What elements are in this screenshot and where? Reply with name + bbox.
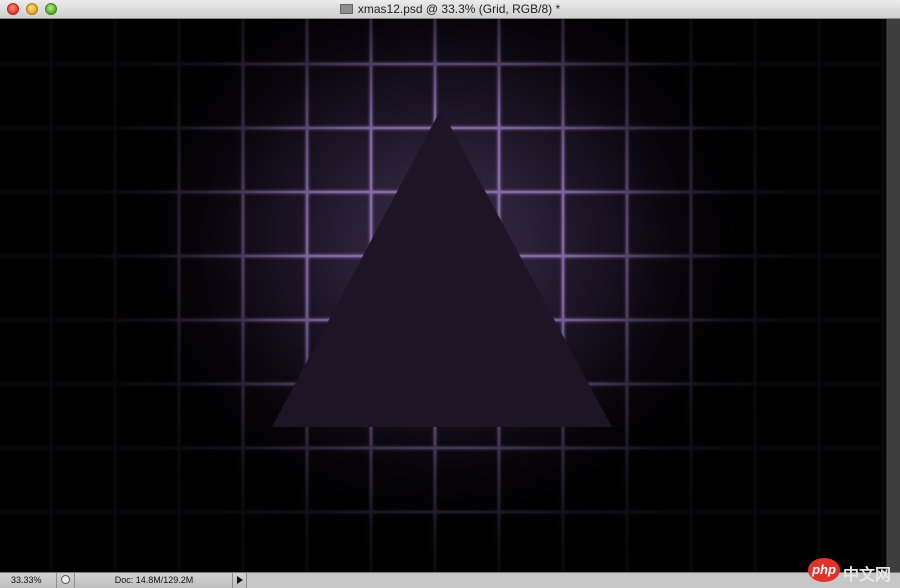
watermark: php 中文网 bbox=[808, 558, 898, 584]
vertical-scrollbar[interactable] bbox=[886, 19, 900, 572]
status-menu-button[interactable] bbox=[232, 573, 246, 588]
document-proxy-icon[interactable] bbox=[339, 4, 353, 14]
php-logo: php bbox=[808, 558, 840, 582]
window-titlebar: xmas12.psd @ 33.3% (Grid, RGB/8) * bbox=[0, 0, 900, 19]
status-info-button[interactable] bbox=[56, 573, 75, 588]
triangle-shape bbox=[272, 109, 612, 427]
document-title-text: xmas12.psd @ 33.3% (Grid, RGB/8) * bbox=[357, 2, 561, 16]
play-arrow-icon bbox=[237, 576, 243, 584]
document-size-info: Doc: 14.8M/129.2M bbox=[114, 575, 194, 585]
status-bar: 33.33% Doc: 14.8M/129.2M bbox=[0, 572, 900, 588]
document-title: xmas12.psd @ 33.3% (Grid, RGB/8) * bbox=[0, 2, 900, 16]
info-icon bbox=[61, 575, 70, 584]
watermark-text: 中文网 bbox=[843, 567, 892, 584]
zoom-level[interactable]: 33.33% bbox=[0, 573, 52, 588]
horizontal-scrollbar[interactable] bbox=[246, 573, 900, 588]
canvas-artwork bbox=[0, 19, 886, 572]
document-canvas[interactable] bbox=[0, 19, 886, 572]
